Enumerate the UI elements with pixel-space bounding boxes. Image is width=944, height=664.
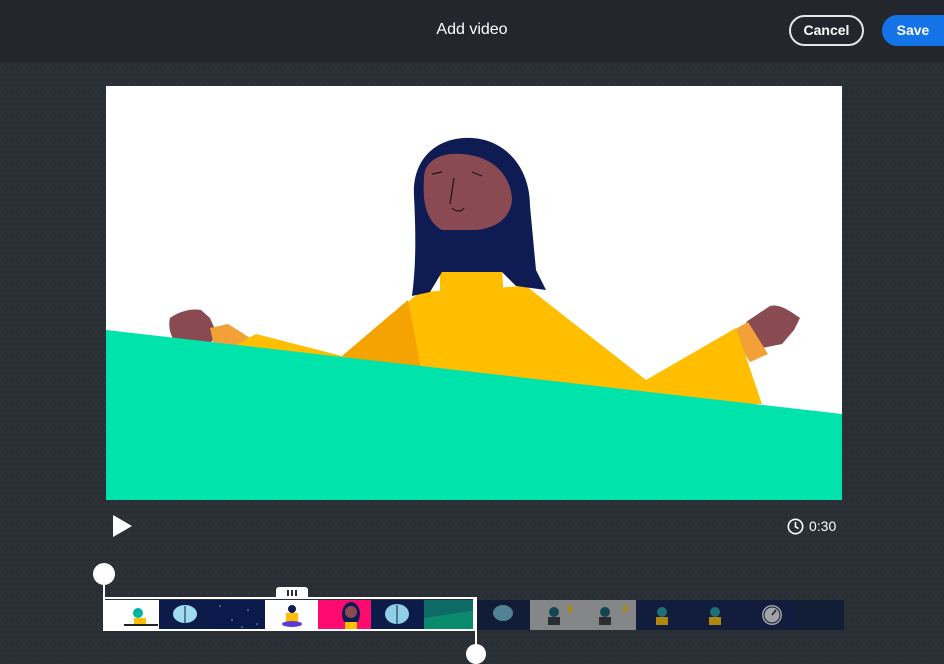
timeline-frame (636, 600, 689, 630)
trim-start-handle[interactable] (93, 563, 115, 585)
cancel-button[interactable]: Cancel (789, 15, 864, 46)
timeline-frame (318, 600, 371, 630)
play-icon (113, 515, 132, 537)
timeline-frame (477, 600, 530, 630)
timeline-frame (159, 600, 212, 630)
video-preview[interactable] (106, 86, 842, 500)
timeline-frame (265, 600, 318, 630)
video-duration: 0:30 (787, 516, 836, 536)
clock-icon (787, 518, 804, 534)
timeline-frame (689, 600, 742, 630)
play-button[interactable] (110, 514, 134, 538)
playhead-handle[interactable] (276, 587, 308, 599)
timeline-frame (104, 600, 159, 630)
timeline-frame (583, 600, 636, 630)
timeline-frame (742, 600, 797, 630)
video-illustration (106, 137, 842, 500)
timeline-frame (371, 600, 424, 630)
save-button[interactable]: Save (882, 15, 944, 46)
trim-end-handle[interactable] (466, 644, 486, 664)
timeline-frame (530, 600, 583, 630)
timeline-frame (212, 600, 265, 630)
timeline-frame (424, 600, 477, 630)
duration-label: 0:30 (809, 518, 837, 534)
timeline-filmstrip[interactable] (104, 600, 844, 630)
